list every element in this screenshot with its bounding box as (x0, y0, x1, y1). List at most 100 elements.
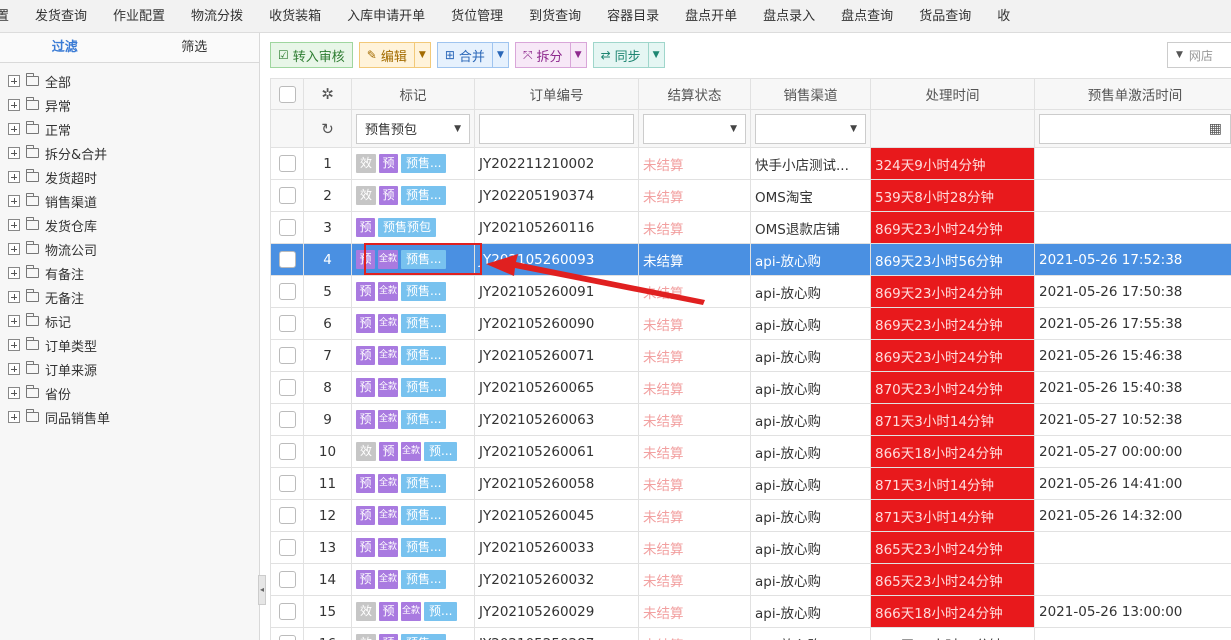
tree-item-11[interactable]: 订单类型 (0, 333, 259, 357)
nav-item-7[interactable]: 到货查询 (516, 0, 594, 32)
row-checkbox[interactable] (278, 315, 296, 332)
edit-dropdown-icon[interactable]: ▼ (414, 42, 431, 68)
row-checkbox[interactable] (278, 251, 296, 268)
edit-button[interactable]: ✎ 编辑 (358, 42, 415, 68)
table-row[interactable]: 1 效预预售... JY202211210002 未结算 快手小店测试... 324天9小… (270, 147, 1231, 180)
row-checkbox[interactable] (278, 219, 296, 236)
table-row[interactable]: 4 预全款 预售... JY202105260093 未结算 api-放心购 869天23小… (270, 243, 1231, 276)
expand-icon[interactable] (8, 267, 20, 279)
expand-icon[interactable] (8, 171, 20, 183)
expand-icon[interactable] (8, 339, 20, 351)
row-checkbox[interactable] (278, 347, 296, 364)
tree-item-6[interactable]: 发货仓库 (0, 213, 259, 237)
header-order-no[interactable]: 订单编号 (474, 78, 639, 110)
row-checkbox[interactable] (278, 283, 296, 300)
row-order-no[interactable]: JY202105260029 (474, 595, 639, 628)
row-order-no[interactable]: JY202105260091 (474, 275, 639, 308)
nav-item-0[interactable]: 置 (0, 0, 22, 32)
expand-icon[interactable] (8, 243, 20, 255)
table-row[interactable]: 12 预全款 预售... JY202105260045 未结算 api-放心购 871天3小… (270, 499, 1231, 532)
table-row[interactable]: 16效预预售...JY202105250287未结算api-放心购871天18小… (270, 627, 1231, 640)
table-row[interactable]: 13 预全款 预售... JY202105260033 未结算 api-放心购 865天23… (270, 531, 1231, 564)
nav-item-6[interactable]: 货位管理 (438, 0, 516, 32)
calendar-icon[interactable]: ▦ (1209, 121, 1222, 137)
nav-item-3[interactable]: 物流分拨 (178, 0, 256, 32)
header-mark[interactable]: 标记 (351, 78, 475, 110)
row-order-no[interactable]: JY202105260065 (474, 371, 639, 404)
row-order-no[interactable]: JY202105260061 (474, 435, 639, 468)
merge-button[interactable]: ⊞ 合并 (436, 42, 493, 68)
tree-item-12[interactable]: 订单来源 (0, 357, 259, 381)
row-order-no[interactable]: JY202105260033 (474, 531, 639, 564)
expand-icon[interactable] (8, 411, 20, 423)
settle-filter-select[interactable]: ▼ (643, 113, 746, 144)
table-row[interactable]: 9 预全款 预售... JY202105260063 未结算 api-放心购 871天3小时… (270, 403, 1231, 436)
gear-icon[interactable]: ✲ (308, 85, 347, 103)
transfer-audit-button[interactable]: ☑ 转入审核 (270, 42, 353, 68)
merge-dropdown-icon[interactable]: ▼ (492, 42, 509, 68)
sync-button[interactable]: ⇄ 同步 (592, 42, 649, 68)
nav-item-2[interactable]: 作业配置 (100, 0, 178, 32)
select-all-checkbox[interactable] (278, 85, 296, 103)
row-order-no[interactable]: JY202205190374 (474, 179, 639, 212)
tree-item-13[interactable]: 省份 (0, 381, 259, 405)
mark-filter-select[interactable]: 预售预包 ▼ (356, 113, 470, 144)
tree-item-7[interactable]: 物流公司 (0, 237, 259, 261)
nav-item-1[interactable]: 发货查询 (22, 0, 100, 32)
refresh-icon[interactable]: ↻ (308, 120, 347, 138)
row-order-no[interactable]: JY202105260090 (474, 307, 639, 340)
table-row[interactable]: 2 效预预售... JY202205190374 未结算 OMS淘宝 539天8小时28分… (270, 179, 1231, 212)
expand-icon[interactable] (8, 75, 20, 87)
expand-icon[interactable] (8, 99, 20, 111)
tree-item-5[interactable]: 销售渠道 (0, 189, 259, 213)
table-row[interactable]: 10 效预全款 预... JY202105260061 未结算 api-放心购 866天18… (270, 435, 1231, 468)
tree-item-9[interactable]: 无备注 (0, 285, 259, 309)
row-order-no[interactable]: JY202105260116 (474, 211, 639, 244)
table-row[interactable]: 6 预全款 预售... JY202105260090 未结算 api-放心购 869天23小… (270, 307, 1231, 340)
nav-item-10[interactable]: 盘点录入 (750, 0, 828, 32)
nav-item-8[interactable]: 容器目录 (594, 0, 672, 32)
row-checkbox[interactable] (278, 507, 296, 524)
row-order-no[interactable]: JY202105260063 (474, 403, 639, 436)
shop-select[interactable]: ▼ 网店 (1167, 42, 1231, 68)
tree-item-2[interactable]: 正常 (0, 117, 259, 141)
order-no-filter-input[interactable] (479, 113, 634, 144)
sidebar-collapse-handle[interactable]: ◂ (258, 575, 266, 605)
tree-item-8[interactable]: 有备注 (0, 261, 259, 285)
row-order-no[interactable]: JY202105260071 (474, 339, 639, 372)
tree-item-1[interactable]: 异常 (0, 93, 259, 117)
row-order-no[interactable]: JY202105260045 (474, 499, 639, 532)
row-checkbox[interactable] (278, 539, 296, 556)
activate-date-filter[interactable]: ▦ (1039, 113, 1231, 144)
nav-item-4[interactable]: 收货装箱 (256, 0, 334, 32)
tab-screen[interactable]: 筛选 (130, 33, 260, 62)
table-row[interactable]: 3 预预售预包 JY202105260116 未结算 OMS退款店铺 869天23小时24… (270, 211, 1231, 244)
row-order-no[interactable]: JY202105260058 (474, 467, 639, 500)
expand-icon[interactable] (8, 147, 20, 159)
row-checkbox[interactable] (278, 411, 296, 428)
expand-icon[interactable] (8, 387, 20, 399)
sync-dropdown-icon[interactable]: ▼ (648, 42, 665, 68)
tree-item-14[interactable]: 同品销售单 (0, 405, 259, 429)
expand-icon[interactable] (8, 195, 20, 207)
header-process-time[interactable]: 处理时间 (870, 78, 1035, 110)
expand-icon[interactable] (8, 291, 20, 303)
tree-item-0[interactable]: 全部 (0, 69, 259, 93)
tree-item-3[interactable]: 拆分&合并 (0, 141, 259, 165)
row-checkbox[interactable] (278, 155, 296, 172)
tree-item-4[interactable]: 发货超时 (0, 165, 259, 189)
nav-item-9[interactable]: 盘点开单 (672, 0, 750, 32)
row-checkbox[interactable] (278, 443, 296, 460)
expand-icon[interactable] (8, 219, 20, 231)
split-button[interactable]: ⤧ 拆分 (514, 42, 571, 68)
header-settle-status[interactable]: 结算状态 (638, 78, 751, 110)
row-order-no[interactable]: JY202105260093 (474, 243, 639, 276)
row-order-no[interactable]: JY202105260032 (474, 563, 639, 596)
table-row[interactable]: 5 预全款 预售... JY202105260091 未结算 api-放心购 869天23小… (270, 275, 1231, 308)
nav-item-13[interactable]: 收 (984, 0, 1023, 32)
table-row[interactable]: 14 预全款 预售... JY202105260032 未结算 api-放心购 865天23… (270, 563, 1231, 596)
row-order-no[interactable]: JY202105250287 (474, 627, 639, 640)
table-row[interactable]: 15 效预全款 预... JY202105260029 未结算 api-放心购 866天18… (270, 595, 1231, 628)
table-row[interactable]: 11 预全款 预售... JY202105260058 未结算 api-放心购 871天3小… (270, 467, 1231, 500)
nav-item-11[interactable]: 盘点查询 (828, 0, 906, 32)
